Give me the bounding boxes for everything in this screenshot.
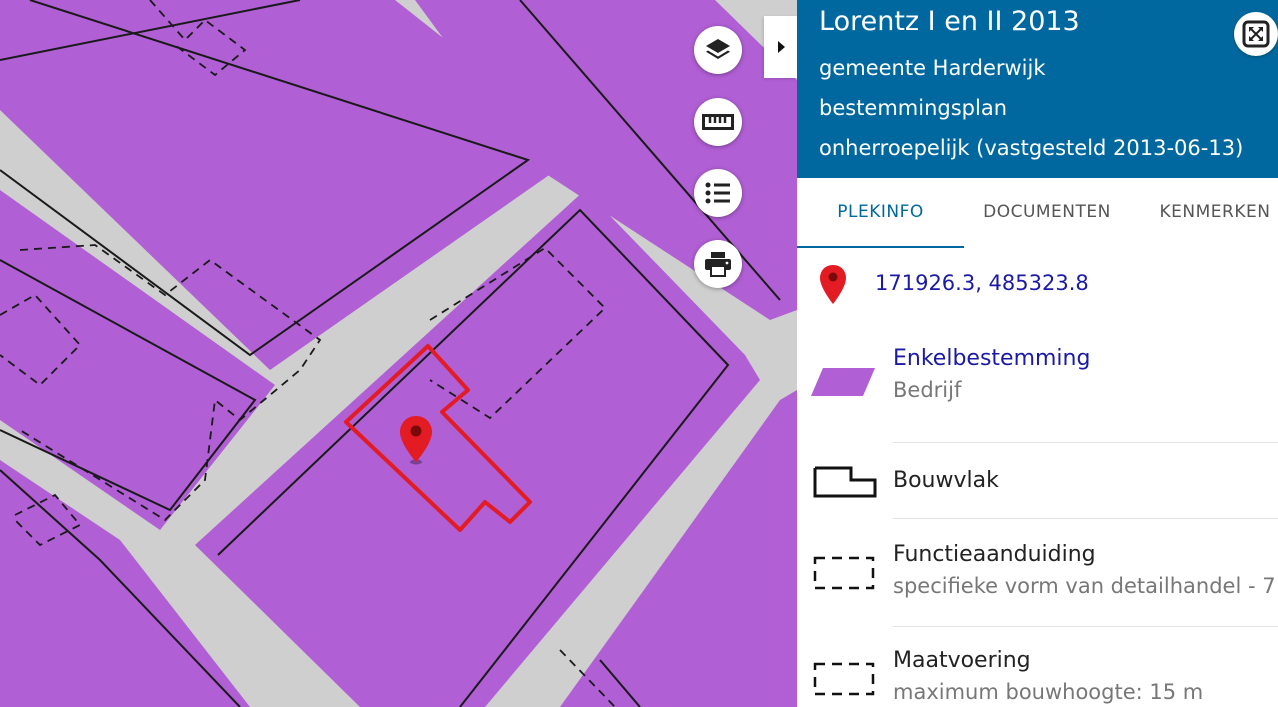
plan-header: Lorentz I en II 2013 gemeente Harderwijk… <box>797 0 1278 178</box>
tab-documenten[interactable]: DOCUMENTEN <box>964 178 1130 246</box>
tab-plekinfo[interactable]: PLEKINFO <box>797 178 964 248</box>
legend-item-title: Functieaanduiding <box>893 542 1096 567</box>
map-pin-icon <box>820 265 846 304</box>
divider <box>893 626 1278 627</box>
panel-toggle-button[interactable] <box>764 16 797 78</box>
zone-fill-icon <box>811 368 875 396</box>
location-row: 171926.3, 485323.8 <box>797 262 1278 312</box>
measure-button[interactable] <box>694 98 742 146</box>
legend-button[interactable] <box>694 169 742 217</box>
zoom-to-extent-button[interactable] <box>1234 12 1278 56</box>
legend-item: Maatvoering maximum bouwhoogte: 15 m <box>797 646 1278 707</box>
legend-item: Functieaanduiding specifieke vorm van de… <box>797 540 1278 610</box>
tab-kenmerken[interactable]: KENMERKEN <box>1130 178 1278 246</box>
divider <box>893 518 1278 519</box>
legend-item: Bouwvlak <box>797 460 1278 510</box>
info-panel: Lorentz I en II 2013 gemeente Harderwijk… <box>797 0 1278 707</box>
plan-status: onherroepelijk (vastgesteld 2013-06-13) <box>819 136 1244 160</box>
legend-item-subtitle: maximum bouwhoogte: 15 m <box>893 680 1204 704</box>
plan-type: bestemmingsplan <box>819 96 1008 120</box>
building-plane-icon <box>813 466 877 498</box>
panel-tabs: PLEKINFO DOCUMENTEN KENMERKEN <box>797 178 1278 248</box>
map-canvas[interactable] <box>0 0 797 707</box>
map-marker-icon <box>400 416 432 465</box>
plan-municipality: gemeente Harderwijk <box>819 56 1046 80</box>
legend-item-subtitle: specifieke vorm van detailhandel - 7 <box>893 574 1276 598</box>
list-icon <box>705 182 730 204</box>
function-dashed-icon <box>813 556 875 590</box>
layers-button[interactable] <box>694 26 742 74</box>
layers-icon <box>706 39 730 59</box>
legend-item-title[interactable]: Enkelbestemming <box>893 346 1090 371</box>
ruler-icon <box>702 114 734 130</box>
measurement-dashed-icon <box>813 662 875 696</box>
legend-item-subtitle: Bedrijf <box>893 378 962 402</box>
plan-title: Lorentz I en II 2013 <box>819 6 1080 37</box>
map-layer[interactable] <box>0 0 797 707</box>
printer-icon <box>705 252 731 277</box>
legend-item-title: Maatvoering <box>893 648 1031 673</box>
legend-item: Enkelbestemming Bedrijf <box>797 344 1278 416</box>
print-button[interactable] <box>694 240 742 288</box>
extent-icon <box>1242 20 1270 48</box>
legend-item-title: Bouwvlak <box>893 468 999 493</box>
location-coordinates[interactable]: 171926.3, 485323.8 <box>875 271 1089 295</box>
caret-right-icon <box>777 41 785 53</box>
divider <box>893 442 1278 443</box>
